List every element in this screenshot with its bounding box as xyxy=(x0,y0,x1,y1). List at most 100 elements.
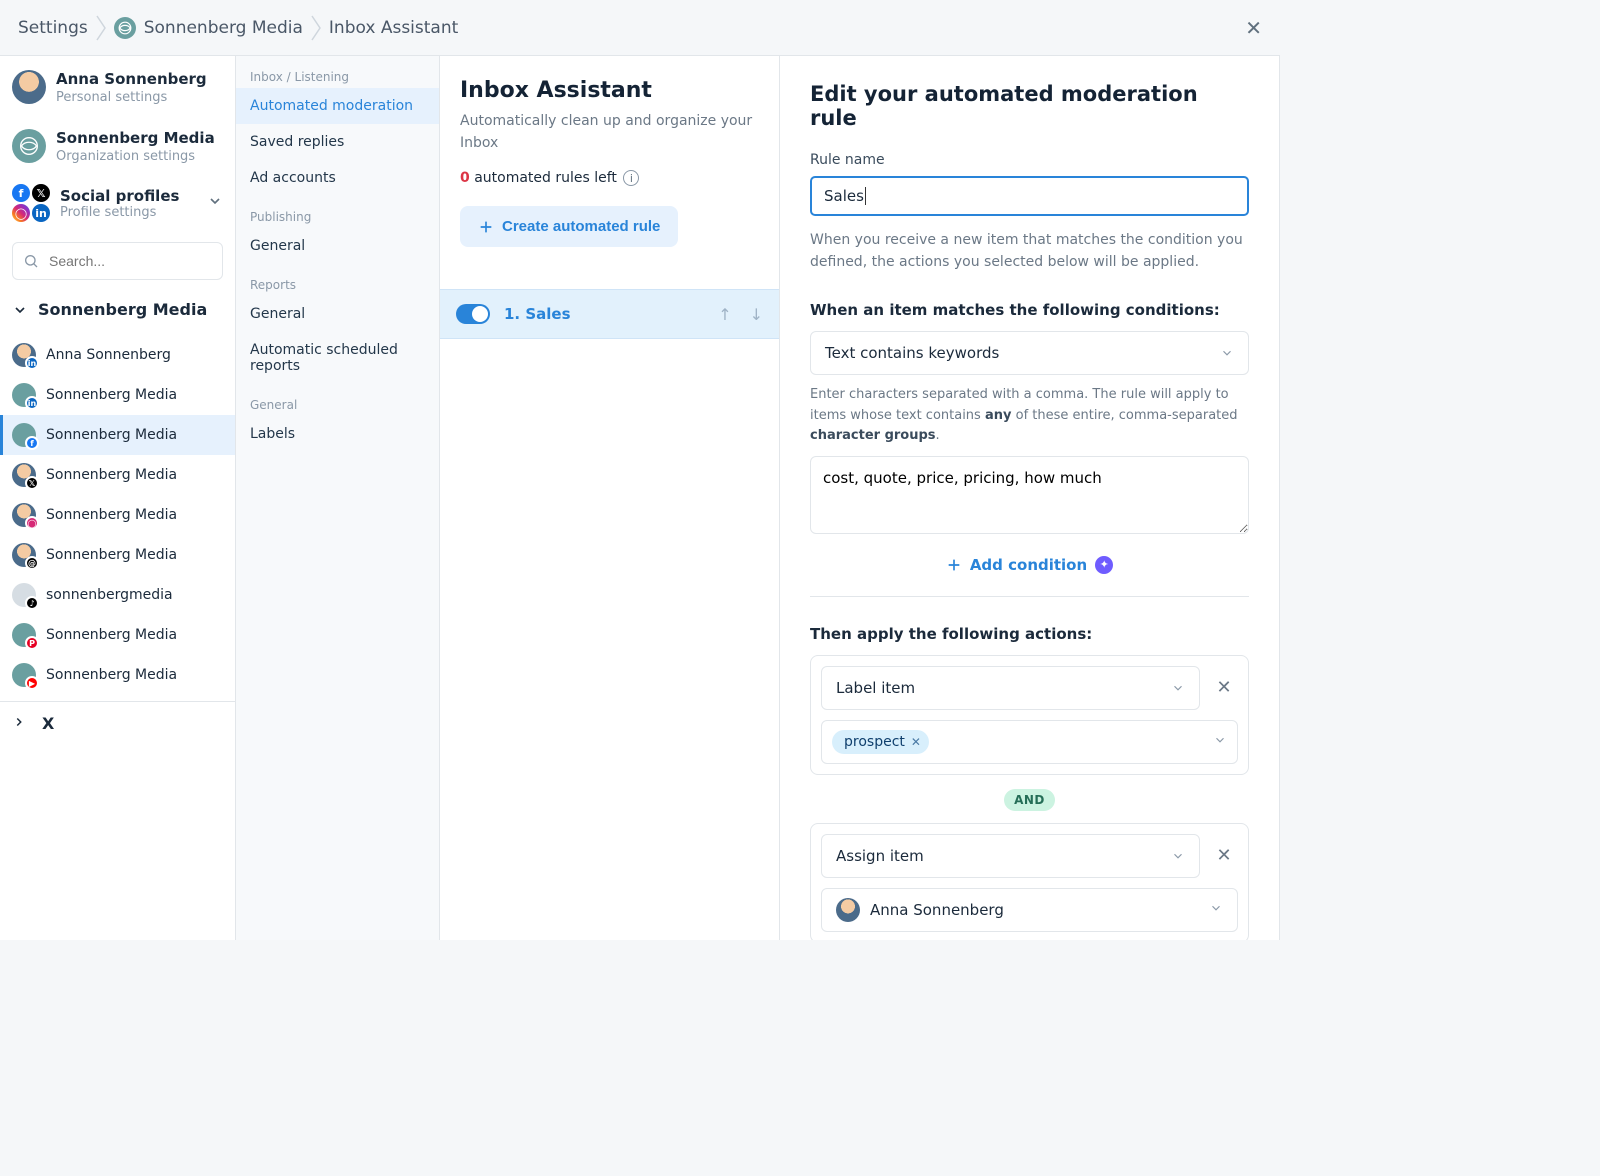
profile-item[interactable]: P Sonnenberg Media xyxy=(0,615,235,655)
keywords-input[interactable]: cost, quote, price, pricing, how much xyxy=(810,456,1249,534)
action2-select-label: Assign item xyxy=(836,847,924,865)
nav-labels[interactable]: Labels xyxy=(236,416,439,452)
linkedin-icon: in xyxy=(25,356,39,370)
chevron-down-icon[interactable] xyxy=(1213,732,1227,751)
rule-toggle[interactable] xyxy=(456,304,490,324)
rule-name: 1. Sales xyxy=(504,305,571,323)
social-sub: Profile settings xyxy=(60,205,179,220)
facebook-icon: f xyxy=(12,184,30,202)
profile-avatar: f xyxy=(12,423,36,447)
add-condition-button[interactable]: Add condition ✦ xyxy=(810,556,1249,574)
social-title: Social profiles xyxy=(60,187,179,205)
chevron-down-icon xyxy=(12,302,28,318)
condition-select[interactable]: Text contains keywords xyxy=(810,331,1249,375)
org-settings[interactable]: Sonnenberg Media Organization settings xyxy=(0,115,235,174)
facebook-icon: f xyxy=(25,436,39,450)
org-logo-icon xyxy=(12,129,46,163)
create-rule-button[interactable]: Create automated rule xyxy=(460,206,678,247)
user-sub: Personal settings xyxy=(56,90,207,105)
profile-item[interactable]: ♪ sonnenbergmedia xyxy=(0,575,235,615)
rules-count: 0 xyxy=(460,170,470,186)
x-icon: 𝕏 xyxy=(32,184,50,202)
profile-label: Sonnenberg Media xyxy=(46,507,177,523)
nav-reports-scheduled[interactable]: Automatic scheduled reports xyxy=(236,332,439,384)
x-icon: 𝕏 xyxy=(25,476,39,490)
remove-action-icon[interactable]: ✕ xyxy=(1210,845,1238,866)
rule-name-value: Sales xyxy=(824,187,864,205)
label-chip-input[interactable]: prospect ✕ xyxy=(821,720,1238,764)
chip-remove-icon[interactable]: ✕ xyxy=(911,735,921,749)
profile-item[interactable]: ▶ Sonnenberg Media xyxy=(0,655,235,695)
profile-label: Sonnenberg Media xyxy=(46,387,177,403)
breadcrumb-org[interactable]: Sonnenberg Media xyxy=(114,17,303,39)
org-selector-label: Sonnenberg Media xyxy=(38,300,207,319)
panel-title: Inbox Assistant xyxy=(460,78,759,103)
profile-avatar: ♪ xyxy=(12,583,36,607)
action1-select[interactable]: Label item xyxy=(821,666,1200,710)
social-profiles[interactable]: f 𝕏 ◯ in Social profiles Profile setting… xyxy=(0,174,235,232)
pinterest-icon: P xyxy=(25,636,39,650)
breadcrumb-settings[interactable]: Settings xyxy=(18,18,88,38)
profile-avatar: in xyxy=(12,343,36,367)
action2-select[interactable]: Assign item xyxy=(821,834,1200,878)
action-block-2: Assign item ✕ Anna Sonnenberg xyxy=(810,823,1249,940)
user-name: Anna Sonnenberg xyxy=(56,70,207,88)
nav-automated-moderation[interactable]: Automated moderation xyxy=(236,88,439,124)
label-chip: prospect ✕ xyxy=(832,730,929,754)
profile-label: Sonnenberg Media xyxy=(46,547,177,563)
plus-icon xyxy=(946,557,962,573)
nav-saved-replies[interactable]: Saved replies xyxy=(236,124,439,160)
profile-label: Sonnenberg Media xyxy=(46,467,177,483)
rules-left-text: automated rules left xyxy=(474,170,617,186)
assignee-select[interactable]: Anna Sonnenberg xyxy=(821,888,1238,932)
social-icons-group: f 𝕏 ◯ in xyxy=(12,184,50,222)
text-cursor xyxy=(865,187,866,205)
nav-group: Publishing xyxy=(236,196,439,228)
profile-label: sonnenbergmedia xyxy=(46,587,173,603)
org-selector[interactable]: Sonnenberg Media xyxy=(0,290,235,329)
search-input[interactable] xyxy=(12,242,223,280)
nav-publishing-general[interactable]: General xyxy=(236,228,439,264)
profile-avatar: P xyxy=(12,623,36,647)
profile-label: Sonnenberg Media xyxy=(46,667,177,683)
remove-action-icon[interactable]: ✕ xyxy=(1210,677,1238,698)
search-field[interactable] xyxy=(47,252,232,270)
chevron-down-icon[interactable] xyxy=(207,193,223,213)
linkedin-icon: in xyxy=(25,396,39,410)
and-separator: AND xyxy=(810,789,1249,811)
ai-star-icon: ✦ xyxy=(1095,556,1113,574)
profile-item[interactable]: ◯ Sonnenberg Media xyxy=(0,495,235,535)
nav-group: Inbox / Listening xyxy=(236,56,439,88)
settings-nav: Inbox / Listening Automated moderation S… xyxy=(236,56,440,940)
profile-label: Anna Sonnenberg xyxy=(46,347,171,363)
condition-fineprint: Enter characters separated with a comma.… xyxy=(810,385,1249,445)
user-avatar xyxy=(836,898,860,922)
personal-settings[interactable]: Anna Sonnenberg Personal settings xyxy=(0,56,235,115)
profile-item[interactable]: in Sonnenberg Media xyxy=(0,375,235,415)
org-sub: Organization settings xyxy=(56,149,215,164)
rule-name-label: Rule name xyxy=(810,152,1249,168)
rule-row[interactable]: 1. Sales ↑ ↓ xyxy=(440,289,779,339)
chevron-right-icon[interactable] xyxy=(12,714,26,733)
nav-reports-general[interactable]: General xyxy=(236,296,439,332)
label-chip-text: prospect xyxy=(844,734,905,750)
profile-item[interactable]: 𝕏 Sonnenberg Media xyxy=(0,455,235,495)
chevron-down-icon xyxy=(1220,346,1234,360)
rule-name-input[interactable]: Sales xyxy=(810,176,1249,216)
move-down-icon[interactable]: ↓ xyxy=(750,305,763,324)
chevron-down-icon xyxy=(1171,681,1185,695)
nav-ad-accounts[interactable]: Ad accounts xyxy=(236,160,439,196)
footer-close-all[interactable]: X xyxy=(42,714,54,733)
footer-actions: X xyxy=(0,701,235,745)
breadcrumb-org-label: Sonnenberg Media xyxy=(144,18,303,38)
and-label: AND xyxy=(1004,789,1055,811)
profile-item[interactable]: in Anna Sonnenberg xyxy=(0,335,235,375)
profile-item[interactable]: f Sonnenberg Media xyxy=(0,415,235,455)
chevron-down-icon xyxy=(1171,849,1185,863)
profile-item[interactable]: @ Sonnenberg Media xyxy=(0,535,235,575)
close-icon[interactable]: ✕ xyxy=(1245,16,1262,40)
chevron-right-icon xyxy=(303,0,329,56)
move-up-icon[interactable]: ↑ xyxy=(718,305,731,324)
profile-avatar: 𝕏 xyxy=(12,463,36,487)
info-icon[interactable]: i xyxy=(623,170,639,186)
